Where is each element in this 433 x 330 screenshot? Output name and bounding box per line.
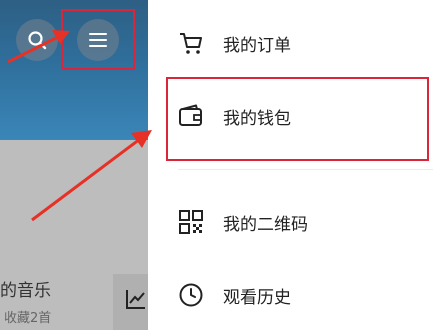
music-title: 的音乐 [0,281,51,301]
side-drawer: 我的订单 我的钱包 我的二维码 观看历史 [148,0,433,330]
music-subtitle: 收藏2首 [4,311,52,326]
screen: 的音乐 收藏2首 我的订单 我的钱包 我的二维码 观看历史 [0,0,433,330]
menu-item-watch-history[interactable]: 观看历史 [148,270,433,320]
chart-icon[interactable] [125,288,147,310]
qrcode-icon [178,209,204,235]
cart-icon [178,30,204,56]
menu-item-my-orders[interactable]: 我的订单 [148,18,433,68]
clock-icon [178,282,204,308]
menu-button-highlight [61,9,135,70]
menu-item-label: 我的订单 [223,35,291,56]
search-icon [28,31,47,50]
menu-item-label: 观看历史 [223,287,291,308]
menu-item-label: 我的二维码 [223,214,308,235]
menu-item-my-qrcode[interactable]: 我的二维码 [148,197,433,247]
search-button[interactable] [16,19,58,61]
menu-divider [178,169,433,170]
wallet-highlight [166,77,429,161]
